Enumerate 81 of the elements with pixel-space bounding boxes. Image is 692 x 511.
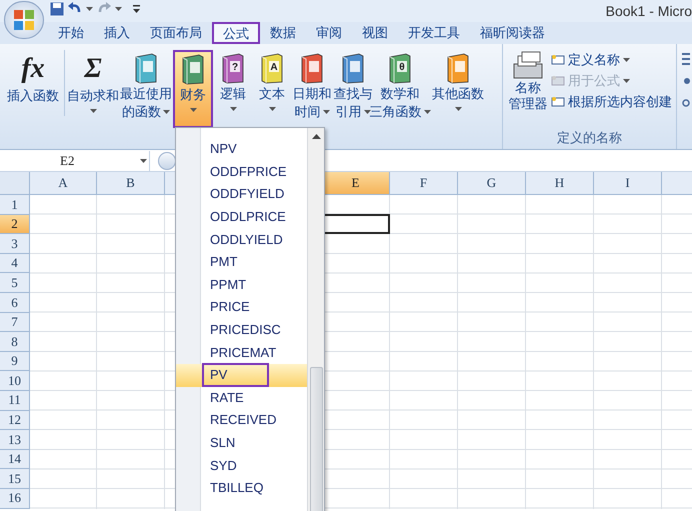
ribbon-button[interactable]: ? 逻辑 [213,50,253,128]
column-header[interactable]: G [458,172,526,195]
menu-item[interactable]: RECEIVED [176,409,307,432]
book-icon: θ [387,52,413,84]
ribbon-button[interactable]: fx 插入函数 [4,50,62,128]
ribbon-tab[interactable]: 数据 [260,22,306,44]
menu-item[interactable]: PRICE [176,296,307,319]
ribbon-button[interactable]: A 文本 [253,50,291,128]
menu-item[interactable]: PPMT [176,274,307,296]
row-header[interactable]: 15 [0,469,30,489]
ribbon-tab[interactable]: 审阅 [306,22,352,44]
menu-item[interactable]: ODDLPRICE [176,206,307,228]
menu-item[interactable]: RATE [176,386,307,410]
ribbon-tab[interactable]: 开发工具 [398,22,470,44]
menu-item[interactable]: ODDFYIELD [176,183,307,206]
ribbon-tab[interactable]: 视图 [352,22,398,44]
row-header[interactable]: 5 [0,273,30,293]
menu-item[interactable]: TBILLEQ [176,476,307,500]
row-header[interactable]: 13 [0,430,30,450]
ribbon-button[interactable]: 其他函数 [427,50,489,128]
ribbon-menu-item[interactable]: 根据所选内容创建 [551,93,672,111]
function-icon: fx [21,52,45,86]
row-header[interactable]: 12 [0,410,30,430]
row-header[interactable]: 8 [0,332,30,352]
column-header[interactable]: H [526,172,594,195]
menu-item[interactable]: ODDLYIELD [176,228,307,251]
row-header[interactable]: 2 [0,214,30,234]
ribbon-button[interactable]: 日期和 时间 [291,50,333,128]
tag-icon [551,96,565,108]
column-header[interactable]: E [322,172,390,195]
tag-icon [551,54,565,66]
window-title: Book1 - Micro [606,2,692,20]
column-header[interactable]: I [594,172,662,195]
menu-item[interactable]: SLN [176,432,307,454]
ribbon-menu-item[interactable]: 定义名称 [551,51,672,69]
scroll-up-icon[interactable] [312,134,320,139]
name-manager-button[interactable]: 名称 管理器 [507,50,549,112]
group-label: 定义的名称 [556,129,623,147]
card-file-icon [512,50,544,80]
insert-function-button[interactable] [158,152,176,170]
ribbon-tab[interactable]: 插入 [94,22,140,44]
tag-icon [551,75,565,87]
row-header[interactable]: 3 [0,234,30,254]
row-header[interactable]: 1 [0,195,30,215]
save-icon[interactable] [50,2,64,16]
row-header[interactable]: 9 [0,352,30,372]
book-icon: ? [220,52,246,84]
menu-item[interactable]: SYD [176,454,307,477]
book-icon: A [259,52,285,84]
ribbon-button[interactable]: 财务 [173,50,213,128]
office-logo-icon [13,9,35,31]
menu-item[interactable]: PV [176,364,307,387]
dropdown-arrow-icon [140,158,147,162]
column-header[interactable]: B [97,172,165,195]
row-header[interactable]: 10 [0,371,30,391]
ribbon-tab[interactable]: 页面布局 [140,22,212,44]
sum-icon: Σ [84,52,102,86]
scrollbar[interactable] [307,128,324,511]
name-box[interactable]: E2 [0,150,150,170]
menu-item[interactable]: PRICEMAT [176,341,307,364]
menu-item[interactable]: NPV [176,138,307,161]
scroll-thumb[interactable] [310,366,322,511]
row-header[interactable]: 6 [0,292,30,313]
row-header[interactable]: 16 [0,488,30,508]
row-header[interactable]: 7 [0,312,30,332]
column-header[interactable]: F [390,172,458,195]
ribbon-tab[interactable]: 开始 [48,22,94,44]
ribbon-button[interactable]: 最近使用 的函数 [119,50,173,128]
dropdown-arrow-icon [115,7,122,11]
row-header[interactable]: 4 [0,254,30,274]
dropdown-arrow-icon [86,7,93,11]
ribbon-tab[interactable]: 公式 [212,22,260,44]
row-header[interactable]: 11 [0,390,30,411]
row-header[interactable]: 14 [0,450,30,470]
customize-toolbar-icon[interactable] [133,4,140,14]
menu-item[interactable]: PMT [176,250,307,274]
menu-item[interactable]: ODDFPRICE [176,160,307,184]
ribbon-button[interactable]: Σ 自动求和 [67,50,119,128]
menu-item[interactable]: PRICEDISC [176,318,307,342]
ribbon-tab[interactable]: 福昕阅读器 [470,22,555,44]
column-header[interactable]: A [30,172,97,195]
